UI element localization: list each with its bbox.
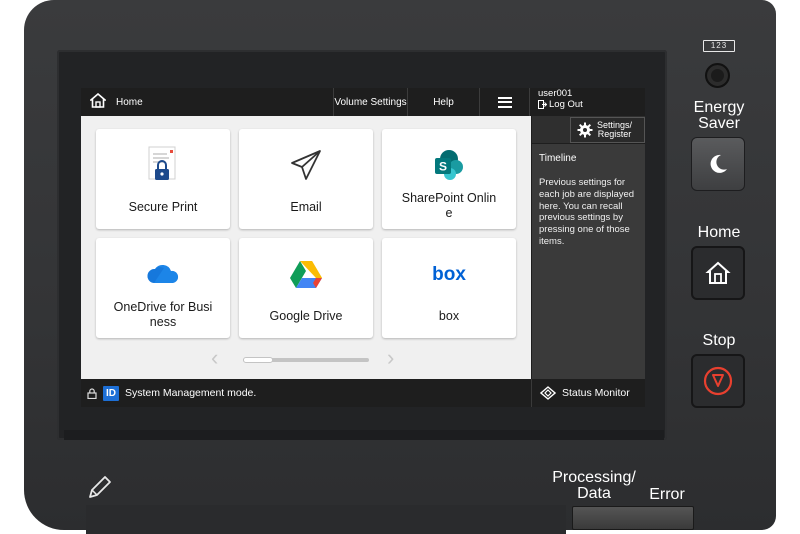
user-name: user001 (538, 88, 573, 99)
stop-icon (703, 366, 733, 396)
home-tab[interactable]: Home (81, 88, 333, 116)
timeline-title: Timeline (539, 153, 577, 164)
logout-label: Log Out (549, 99, 583, 110)
tile-onedrive-for-business[interactable]: OneDrive for Busi ness (96, 238, 230, 338)
logout-button[interactable]: Log Out (538, 99, 645, 110)
error-label: Error (649, 486, 685, 503)
processing-line1: Processing/ (552, 469, 636, 486)
tile-google-drive[interactable]: Google Drive (239, 238, 373, 338)
svg-text:S: S (439, 160, 447, 174)
secure-print-icon (139, 143, 187, 187)
home-label: Home (116, 96, 143, 108)
home-icon (705, 261, 731, 284)
sharepoint-icon: S (425, 143, 473, 187)
tile-label: Google Drive (269, 308, 343, 323)
tile-label: Secure Print (128, 199, 198, 214)
processing-line2: Data (577, 485, 611, 502)
email-icon (282, 143, 330, 187)
id-badge: ID (103, 385, 119, 401)
home-icon (88, 92, 108, 111)
tile-box[interactable]: box box (382, 238, 516, 338)
user-area[interactable]: user001 Log Out (529, 88, 645, 116)
svg-text:box: box (432, 264, 466, 285)
touch-screen: Home Volume Settings Help user001 Log Ou… (81, 88, 645, 407)
energy-saver-button[interactable] (691, 137, 745, 191)
status-monitor-label: Status Monitor (562, 387, 630, 399)
status-monitor-button[interactable]: Status Monitor (531, 379, 645, 407)
help-button[interactable]: Help (407, 88, 479, 116)
status-bar: ID System Management mode. Status Monito… (81, 379, 645, 407)
chevron-right-icon[interactable]: › (387, 347, 394, 369)
home-hardware-button[interactable] (691, 246, 745, 300)
settings-label-line2: Register (597, 129, 632, 139)
gear-icon (577, 122, 593, 138)
tile-label: Email (290, 199, 322, 214)
onedrive-icon (139, 252, 187, 296)
tile-sharepoint-online[interactable]: S SharePoint Onlin e (382, 129, 516, 229)
energy-saver-label: Energy Saver (690, 100, 748, 132)
processing-indicator-lamp (572, 506, 694, 530)
system-mode-indicator[interactable]: ID System Management mode. (87, 379, 256, 407)
tile-email[interactable]: Email (239, 129, 373, 229)
lock-icon (87, 387, 97, 399)
settings-register-button[interactable]: Settings/ Register (570, 117, 645, 143)
tile-label: OneDrive for Busi ness (113, 300, 213, 329)
timeline-description: Previous settings for each job are displ… (539, 177, 635, 247)
box-icon: box (425, 252, 473, 296)
tile-secure-print[interactable]: Secure Print (96, 129, 230, 229)
brightness-knob[interactable] (705, 63, 730, 88)
processing-data-label: Processing/ Data (548, 470, 640, 502)
chevron-left-icon[interactable]: ‹ (211, 347, 218, 369)
function-grid: Secure Print Email S SharePoint Onlin e … (81, 116, 531, 379)
energy-saver-line1: Energy (693, 99, 745, 116)
help-label: Help (433, 96, 454, 108)
stop-button[interactable] (691, 354, 745, 408)
device-base (86, 505, 566, 534)
moon-icon (710, 154, 727, 173)
status-monitor-icon (540, 386, 556, 400)
top-bar: Home Volume Settings Help user001 Log Ou… (81, 88, 645, 116)
page-scroll-thumb[interactable] (243, 357, 273, 363)
timeline-panel: Settings/ Register Timeline Previous set… (531, 116, 645, 379)
system-mode-text: System Management mode. (125, 387, 257, 399)
energy-saver-line2: Saver (698, 115, 740, 132)
tile-label: box (438, 308, 460, 323)
tile-label: SharePoint Onlin e (401, 191, 497, 220)
bezel-lip (64, 430, 664, 440)
home-hw-label: Home (697, 224, 741, 241)
volume-settings-button[interactable]: Volume Settings (333, 88, 407, 116)
pencil-icon[interactable] (86, 472, 114, 502)
menu-icon[interactable] (479, 88, 529, 116)
settings-register-label: Settings/ Register (597, 121, 632, 139)
page-indicator: ‹ › (81, 340, 531, 376)
logout-icon (538, 100, 547, 109)
stop-label: Stop (702, 332, 736, 349)
google-drive-icon (282, 252, 330, 296)
counter-check-button[interactable]: 123 (703, 40, 735, 52)
volume-settings-label: Volume Settings (334, 96, 407, 108)
